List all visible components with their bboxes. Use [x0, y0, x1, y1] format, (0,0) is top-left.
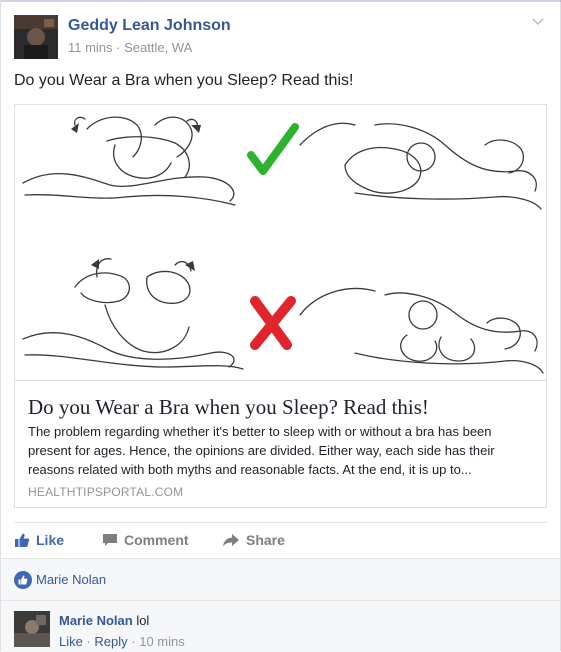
comment-like-link[interactable]: Like [59, 634, 83, 649]
post-actions-bar: Like Comment Share [14, 522, 547, 559]
like-button[interactable]: Like [14, 532, 64, 548]
sleep-illustration [22, 116, 544, 374]
comment-separator-2: · [127, 634, 140, 649]
chevron-down-icon[interactable] [532, 16, 544, 28]
likes-names[interactable]: Marie Nolan [36, 572, 106, 587]
commenter-name[interactable]: Marie Nolan [59, 613, 133, 628]
post-card: Geddy Lean Johnson 11 mins · Seattle, WA… [0, 0, 561, 652]
like-label: Like [36, 532, 65, 548]
link-description: The problem regarding whether it's bette… [28, 424, 495, 477]
comment-reply-link[interactable]: Reply [94, 634, 127, 649]
author-avatar[interactable] [14, 15, 58, 59]
post-text: Do you Wear a Bra when you Sleep? Read t… [14, 72, 354, 89]
meta-separator: · [112, 40, 125, 55]
link-domain: HEALTHTIPSPORTAL.COM [28, 485, 184, 499]
post-time[interactable]: 11 mins [68, 40, 113, 55]
red-x-icon [250, 296, 296, 350]
comment-text: lol [136, 613, 150, 628]
comment-separator-1: · [82, 634, 95, 649]
post-meta: 11 mins · Seattle, WA [68, 40, 192, 55]
comment-icon [103, 534, 117, 546]
thumbs-up-icon [15, 533, 30, 547]
comment-item: Marie Nolan lol Like · Reply · 10 mins [1, 600, 560, 652]
share-arrow-icon [223, 534, 239, 547]
share-button[interactable]: Share [222, 532, 285, 548]
comment-actions: Like · Reply · 10 mins [59, 634, 185, 649]
link-preview-image[interactable] [15, 105, 546, 381]
comment-body: Marie Nolan lol [59, 613, 149, 628]
link-preview-card[interactable]: Do you Wear a Bra when you Sleep? Read t… [14, 104, 547, 508]
comment-time[interactable]: 10 mins [139, 634, 185, 649]
likes-summary: Marie Nolan [1, 558, 560, 601]
comment-label: Comment [124, 532, 189, 548]
share-label: Share [246, 532, 285, 548]
post-location[interactable]: Seattle, WA [124, 40, 192, 55]
author-name[interactable]: Geddy Lean Johnson [68, 17, 231, 35]
green-check-icon [247, 123, 299, 175]
commenter-avatar[interactable] [14, 611, 50, 647]
top-divider [1, 0, 561, 2]
comment-button[interactable]: Comment [102, 532, 189, 548]
link-title[interactable]: Do you Wear a Bra when you Sleep? Read t… [28, 395, 429, 420]
like-reaction-icon [14, 571, 32, 589]
